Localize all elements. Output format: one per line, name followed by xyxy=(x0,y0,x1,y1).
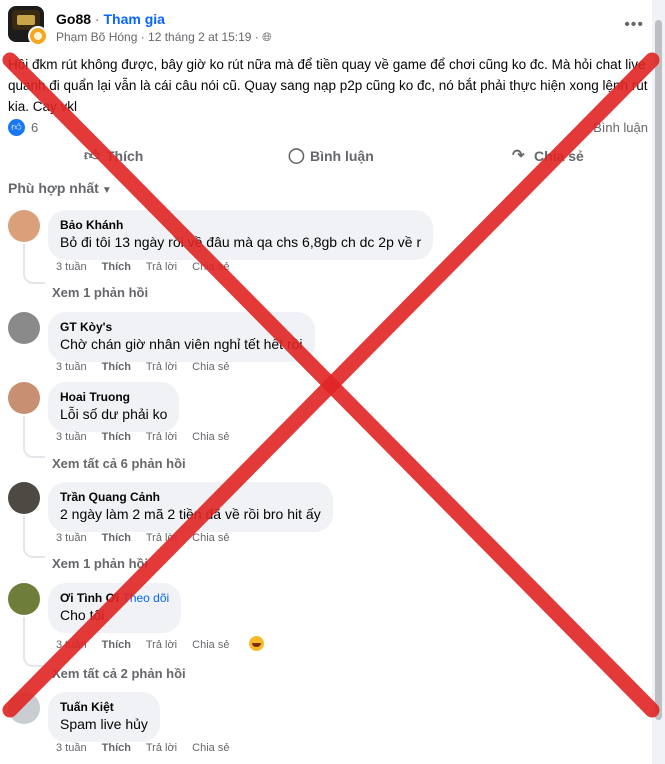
like-button[interactable]: 👍︎ Thích xyxy=(84,147,144,165)
commenter-name[interactable]: Trần Quang Cảnh xyxy=(60,489,321,505)
comment-reply-button[interactable]: Trả lời xyxy=(146,361,177,373)
thread-line xyxy=(23,516,45,558)
thread-line xyxy=(23,244,45,284)
view-replies-link[interactable]: Xem tất cả 2 phản hồi xyxy=(52,666,186,681)
like-reaction-icon[interactable]: 👍︎ xyxy=(8,119,25,136)
commenter-name[interactable]: Tuấn Kiệt xyxy=(60,699,148,715)
comment-actions: 3 tuần Thích Trả lời Chia sẻ xyxy=(56,532,241,544)
facebook-post: Go88 · Tham gia Phạm Bõ Hóng · 12 tháng … xyxy=(0,0,652,764)
comment-time[interactable]: 3 tuần xyxy=(56,742,87,754)
comment-share-button[interactable]: Chia sẻ xyxy=(192,261,229,273)
comment-share-button[interactable]: Chia sẻ xyxy=(192,742,229,754)
separator-dot: · xyxy=(94,11,100,27)
comment-share-button[interactable]: Chia sẻ xyxy=(192,361,229,373)
comment-like-button[interactable]: Thích xyxy=(102,431,131,443)
commenter-name[interactable]: Bảo Khánh xyxy=(60,217,421,233)
comment-bubble: Trần Quang Cảnh 2 ngày làm 2 mã 2 tiền đ… xyxy=(48,482,333,532)
more-horizontal-icon[interactable]: ••• xyxy=(624,16,644,34)
post-actions: 👍︎ Thích ◯ Bình luận ↷ Chia sẻ xyxy=(0,142,652,174)
comment-bubble: Bảo Khánh Bỏ đi tôi 13 ngày rồi về đâu m… xyxy=(48,210,434,260)
author-avatar[interactable] xyxy=(28,26,48,46)
thread-line xyxy=(23,617,45,667)
reaction-count[interactable]: 6 xyxy=(31,120,38,135)
vertical-scrollbar[interactable] xyxy=(652,0,665,764)
comment-text: Chờ chán giờ nhân viên nghỉ tết hết rồi xyxy=(60,336,303,352)
comment-bubble: Ơi Tình Ơi Theo dõi Cho tôi xyxy=(48,583,182,633)
comment-bubble: Hoai Truong Lỗi số dư phải ko xyxy=(48,382,180,432)
comment-bubble: Tuấn Kiệt Spam live hủy xyxy=(48,692,160,742)
post-meta: Phạm Bõ Hóng · 12 tháng 2 at 15:19 · 🌐︎ xyxy=(56,30,272,45)
share-button[interactable]: ↷ Chia sẻ xyxy=(512,147,584,165)
comment-reply-button[interactable]: Trả lời xyxy=(146,639,177,651)
post-author-time[interactable]: Phạm Bõ Hóng · 12 tháng 2 at 15:19 · xyxy=(56,30,259,44)
comment-reply-button[interactable]: Trả lời xyxy=(146,742,177,754)
view-replies-link[interactable]: Xem tất cả 6 phản hồi xyxy=(52,456,186,471)
comment-text: 2 ngày làm 2 mã 2 tiền đã về rồi bro hit… xyxy=(60,506,321,522)
commenter-avatar[interactable] xyxy=(8,312,40,344)
comment-reply-button[interactable]: Trả lời xyxy=(146,431,177,443)
post-body: Hôi đkm rút không được, bây giờ ko rút n… xyxy=(8,57,648,114)
commenter-name[interactable]: Hoai Truong xyxy=(60,389,167,405)
commenter-avatar[interactable] xyxy=(8,482,40,514)
commenter-name[interactable]: Ơi Tình Ơi xyxy=(60,591,119,605)
post-header: Go88 · Tham gia Phạm Bõ Hóng · 12 tháng … xyxy=(8,6,648,46)
view-replies-link[interactable]: Xem 1 phản hồi xyxy=(52,556,148,571)
comment-time[interactable]: 3 tuần xyxy=(56,431,87,443)
scrollbar-thumb[interactable] xyxy=(655,20,662,720)
laugh-reaction-icon[interactable] xyxy=(248,636,264,651)
comment-like-button[interactable]: Thích xyxy=(102,532,131,544)
comment-actions: 3 tuần Thích Trả lời Chia sẻ xyxy=(56,636,276,653)
comment-time[interactable]: 3 tuần xyxy=(56,532,87,544)
share-label: Chia sẻ xyxy=(534,148,584,164)
comment-like-button[interactable]: Thích xyxy=(102,361,131,373)
comment-actions: 3 tuần Thích Trả lời Chia sẻ xyxy=(56,431,241,443)
comment-reply-button[interactable]: Trả lời xyxy=(146,261,177,273)
comment-like-button[interactable]: Thích xyxy=(102,261,131,273)
comment-actions: 3 tuần Thích Trả lời Chia sẻ xyxy=(56,742,241,754)
globe-icon: 🌐︎ xyxy=(262,30,272,44)
comment-share-button[interactable]: Chia sẻ xyxy=(192,639,229,651)
commenter-avatar[interactable] xyxy=(8,382,40,414)
group-title: Go88 · Tham gia xyxy=(56,11,165,27)
comment-time[interactable]: 3 tuần xyxy=(56,261,87,273)
share-icon: ↷ xyxy=(512,147,525,164)
caret-down-icon: ▼ xyxy=(101,185,112,196)
comment-share-button[interactable]: Chia sẻ xyxy=(192,431,229,443)
thumbs-up-icon: 👍︎ xyxy=(84,147,100,164)
comment-text: Bỏ đi tôi 13 ngày rồi về đâu mà qa chs 6… xyxy=(60,234,422,250)
comment-time[interactable]: 3 tuần xyxy=(56,361,87,373)
comment-text: Spam live hủy xyxy=(60,716,148,732)
join-group-link[interactable]: Tham gia xyxy=(103,11,164,27)
comment-like-button[interactable]: Thích xyxy=(102,742,131,754)
commenter-avatar[interactable] xyxy=(8,210,40,242)
comment-actions: 3 tuần Thích Trả lời Chia sẻ xyxy=(56,261,241,273)
comment-button[interactable]: ◯ Bình luận xyxy=(288,147,374,165)
comment-text: Lỗi số dư phải ko xyxy=(60,406,168,422)
commenter-avatar[interactable] xyxy=(8,692,40,724)
comment-time[interactable]: 3 tuần xyxy=(56,639,87,651)
comment-share-button[interactable]: Chia sẻ xyxy=(192,532,229,544)
comment-sort-dropdown[interactable]: Phù hợp nhất ▼ xyxy=(8,180,112,196)
commenter-name-row: Ơi Tình Ơi Theo dõi xyxy=(60,590,169,606)
like-label: Thích xyxy=(106,148,144,164)
sort-label: Phù hợp nhất xyxy=(8,180,99,196)
thread-line xyxy=(23,416,45,458)
reactions-bar: 👍︎ 6 Bình luận xyxy=(8,118,648,138)
follow-link[interactable]: Theo dõi xyxy=(122,591,169,605)
comment-text: Cho tôi xyxy=(60,607,105,623)
comment-bubble: GT Kòy's Chờ chán giờ nhân viên nghỉ tết… xyxy=(48,312,315,362)
view-replies-link[interactable]: Xem 1 phản hồi xyxy=(52,285,148,300)
comment-actions: 3 tuần Thích Trả lời Chia sẻ xyxy=(56,361,241,373)
comment-label: Bình luận xyxy=(310,148,374,164)
comment-icon: ◯ xyxy=(288,147,305,164)
group-name-link[interactable]: Go88 xyxy=(56,11,91,27)
comment-reply-button[interactable]: Trả lời xyxy=(146,532,177,544)
commenter-avatar[interactable] xyxy=(8,583,40,615)
commenter-name[interactable]: GT Kòy's xyxy=(60,319,303,335)
comment-count-link[interactable]: Bình luận xyxy=(593,120,648,135)
comment-like-button[interactable]: Thích xyxy=(102,639,131,651)
